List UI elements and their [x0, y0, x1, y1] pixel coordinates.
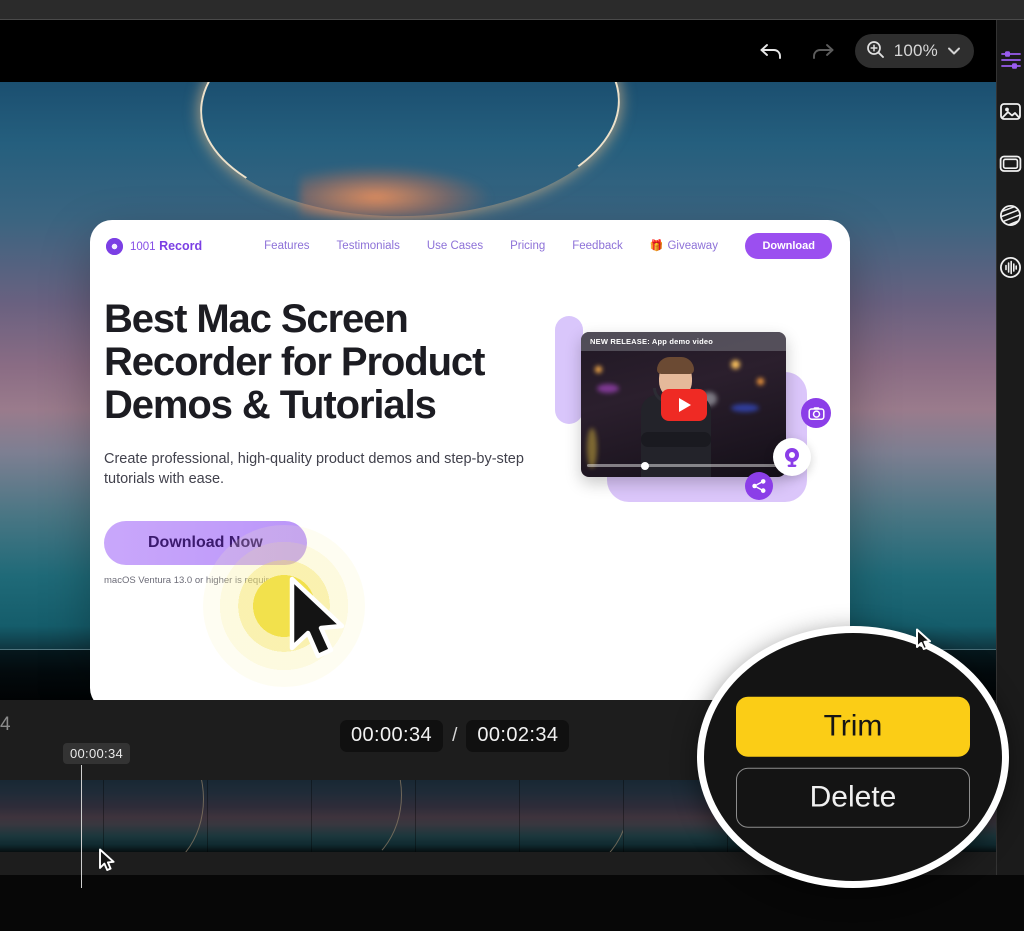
transport-timecodes: 00:00:34 / 00:02:34 — [340, 720, 570, 752]
site-nav-link-pricing[interactable]: Pricing — [510, 240, 545, 252]
total-time-pill: 00:02:34 — [466, 720, 570, 752]
magnifier-overlay: Trim Delete — [697, 626, 1009, 888]
hero-subtitle: Create professional, high-quality produc… — [104, 450, 524, 487]
striped-sphere-icon — [999, 204, 1022, 230]
rail-item-image[interactable] — [998, 100, 1024, 126]
chevron-down-icon — [947, 44, 961, 59]
film-frame — [208, 780, 312, 852]
site-logo[interactable]: 1001 Record — [106, 237, 202, 255]
preview-canvas[interactable]: 1001 Record Features Testimonials Use Ca… — [0, 82, 996, 700]
camera-icon[interactable] — [801, 398, 831, 428]
site-hero-left: Best Mac Screen Recorder for Product Dem… — [90, 297, 535, 586]
ruler-tick-label: 4 — [0, 714, 11, 735]
timecode-separator: / — [452, 725, 458, 746]
film-frame — [104, 780, 208, 852]
undo-button[interactable] — [755, 34, 789, 68]
top-toolbar: 100% — [0, 20, 996, 82]
website-preview-card[interactable]: 1001 Record Features Testimonials Use Ca… — [90, 220, 850, 700]
rail-item-adjustments[interactable] — [998, 48, 1024, 74]
gift-icon: 🎁 — [649, 239, 664, 252]
sliders-adjust-icon — [1000, 49, 1022, 74]
site-logo-name: Record — [159, 239, 203, 253]
film-frame — [0, 780, 104, 852]
film-frame — [312, 780, 416, 852]
rail-item-frame[interactable] — [998, 152, 1024, 178]
site-nav-link-use-cases[interactable]: Use Cases — [427, 240, 483, 252]
magnifier-plus-icon — [866, 40, 885, 62]
zoom-level-label: 100% — [893, 41, 938, 60]
hero-video-progress-knob[interactable] — [641, 461, 650, 470]
site-navbar: 1001 Record Features Testimonials Use Ca… — [90, 220, 850, 272]
film-frame — [416, 780, 520, 852]
redo-button[interactable] — [805, 34, 839, 68]
hero-download-now-button[interactable]: Download Now — [104, 520, 307, 565]
playhead-time-tooltip: 00:00:34 — [63, 743, 131, 764]
redo-arrow-icon — [809, 40, 835, 62]
site-logo-prefix: 1001 — [130, 241, 156, 253]
record-ring-logo — [106, 237, 123, 255]
playhead-line[interactable] — [81, 765, 82, 888]
hero-video-progress-bar[interactable] — [587, 461, 780, 470]
arrow-cursor-icon — [98, 848, 116, 878]
film-frame — [520, 780, 624, 852]
hero-title: Best Mac Screen Recorder for Product Dem… — [104, 297, 485, 428]
undo-arrow-icon — [759, 40, 785, 62]
site-nav-link-features[interactable]: Features — [264, 240, 309, 252]
zoom-level-control[interactable]: 100% — [854, 34, 974, 68]
rail-item-audio[interactable] — [998, 256, 1024, 282]
youtube-play-icon[interactable] — [660, 388, 707, 421]
share-icon[interactable] — [745, 472, 773, 500]
site-nav-links: Features Testimonials Use Cases Pricing … — [264, 240, 718, 252]
rail-item-effects[interactable] — [998, 204, 1024, 230]
clip-context-menu: Trim Delete — [736, 696, 970, 828]
webcam-icon[interactable] — [773, 438, 811, 476]
site-download-button[interactable]: Download — [745, 233, 832, 259]
hero-video-card[interactable]: NEW RELEASE: App demo video — [555, 312, 831, 527]
current-time-pill: 00:00:34 — [340, 720, 444, 752]
site-nav-link-feedback[interactable]: Feedback — [572, 240, 623, 252]
trim-button[interactable]: Trim — [736, 696, 970, 757]
site-nav-link-giveaway-label: Giveaway — [667, 240, 718, 252]
site-nav-link-giveaway[interactable]: 🎁 Giveaway — [650, 240, 718, 252]
frame-rectangle-icon — [999, 152, 1022, 178]
arrow-cursor-icon — [915, 628, 946, 657]
hero-video-thumbnail[interactable]: NEW RELEASE: App demo video — [581, 332, 786, 477]
image-photo-icon — [999, 100, 1022, 126]
hero-video-blob-left — [555, 316, 583, 424]
site-hero-section: Best Mac Screen Recorder for Product Dem… — [90, 272, 850, 586]
site-nav-link-testimonials[interactable]: Testimonials — [337, 240, 400, 252]
hero-video-caption: NEW RELEASE: App demo video — [581, 332, 786, 351]
window-chrome-strip — [0, 0, 1024, 20]
hero-requirement-note: macOS Ventura 13.0 or higher is required — [104, 574, 280, 586]
wallpaper-arc-glow — [300, 166, 490, 218]
audio-waveform-circle-icon — [999, 256, 1022, 282]
site-logo-text: 1001 Record — [130, 239, 202, 253]
delete-button[interactable]: Delete — [736, 767, 970, 828]
